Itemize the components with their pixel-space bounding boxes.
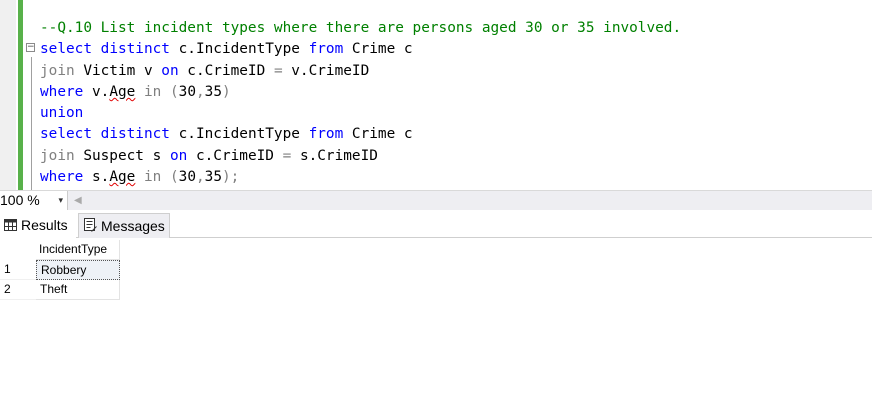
grid-icon: [4, 214, 17, 238]
code-token: Crime c: [343, 41, 413, 57]
code-line[interactable]: select distinct c.IncidentType from Crim…: [40, 39, 413, 60]
code-line[interactable]: join Victim v on c.CrimeID = v.CrimeID: [40, 61, 369, 82]
code-token: =: [273, 63, 283, 79]
code-token: union: [40, 105, 84, 121]
zoom-dropdown[interactable]: 100 % ▾: [0, 191, 68, 210]
error-squiggle-token: Age: [109, 169, 136, 185]
code-token: select: [40, 41, 92, 57]
code-token: v.: [83, 84, 110, 100]
code-token: where: [40, 84, 84, 100]
code-token: in: [144, 84, 162, 100]
results-tab-strip: Results Messages: [0, 210, 872, 238]
table-cell[interactable]: Robbery: [36, 260, 120, 280]
code-token: 35: [204, 169, 222, 185]
table-cell[interactable]: Theft: [36, 280, 120, 300]
code-token: distinct: [100, 41, 170, 57]
tab-results[interactable]: Results: [0, 213, 76, 238]
messages-icon: [83, 215, 97, 239]
editor-margin: [0, 0, 16, 190]
code-line[interactable]: where v.Age in (30,35): [40, 82, 231, 103]
code-token: Suspect s: [74, 148, 170, 164]
code-token: where: [40, 169, 84, 185]
code-token: c.IncidentType: [169, 126, 309, 142]
code-line[interactable]: join Suspect s on c.CrimeID = s.CrimeID: [40, 146, 378, 167]
code-token: 35: [204, 84, 222, 100]
editor-status-bar: 100 % ▾ ◀: [0, 190, 872, 210]
code-token: c.CrimeID: [187, 148, 283, 164]
code-token: on: [161, 63, 179, 79]
tab-messages[interactable]: Messages: [78, 213, 170, 238]
code-line[interactable]: select distinct c.IncidentType from Crim…: [40, 124, 413, 145]
code-token: from: [308, 41, 344, 57]
code-token: 30: [178, 169, 196, 185]
collapse-region-icon[interactable]: −: [26, 43, 35, 52]
code-line[interactable]: union: [40, 103, 83, 124]
code-token: v.CrimeID: [282, 63, 370, 79]
code-token: --Q.10 List incident types where there a…: [40, 20, 682, 36]
code-token: (: [170, 84, 179, 100]
code-token: s.CrimeID: [291, 148, 378, 164]
code-token: Victim v: [74, 63, 162, 79]
code-token: =: [282, 148, 292, 164]
error-squiggle-token: Age: [109, 84, 136, 100]
code-token: ;: [230, 169, 240, 185]
chevron-down-icon[interactable]: ▾: [58, 191, 63, 210]
row-number[interactable]: 1: [0, 260, 36, 280]
row-number[interactable]: 2: [0, 280, 36, 300]
code-token: c.CrimeID: [178, 63, 274, 79]
query-editor[interactable]: − --Q.10 List incident types where there…: [0, 0, 872, 190]
zoom-level: 100 %: [0, 192, 40, 208]
code-line[interactable]: --Q.10 List incident types where there a…: [40, 18, 681, 39]
code-token: on: [169, 148, 188, 164]
code-token: select: [40, 126, 92, 142]
outline-fold-line: [31, 57, 32, 190]
code-token: join: [40, 63, 75, 79]
code-token: ,: [196, 169, 205, 185]
tab-results-label: Results: [21, 217, 68, 233]
code-token: from: [308, 126, 344, 142]
code-token: ,: [196, 84, 205, 100]
tab-messages-label: Messages: [101, 218, 165, 234]
code-token: Crime c: [343, 126, 413, 142]
change-tracking-bar: [18, 0, 23, 190]
code-token: ): [222, 169, 231, 185]
code-line[interactable]: where s.Age in (30,35);: [40, 167, 239, 188]
code-token: (: [170, 169, 179, 185]
code-token: in: [144, 169, 162, 185]
scroll-left-arrow-icon[interactable]: ◀: [74, 193, 82, 208]
results-grid[interactable]: IncidentType 1 Robbery 2 Theft: [0, 238, 872, 420]
code-token: distinct: [100, 126, 170, 142]
code-token: join: [40, 148, 75, 164]
code-token: c.IncidentType: [169, 41, 309, 57]
column-header-incidenttype[interactable]: IncidentType: [36, 240, 120, 260]
code-token: s.: [83, 169, 110, 185]
code-token: ): [222, 84, 231, 100]
code-token: 30: [178, 84, 196, 100]
